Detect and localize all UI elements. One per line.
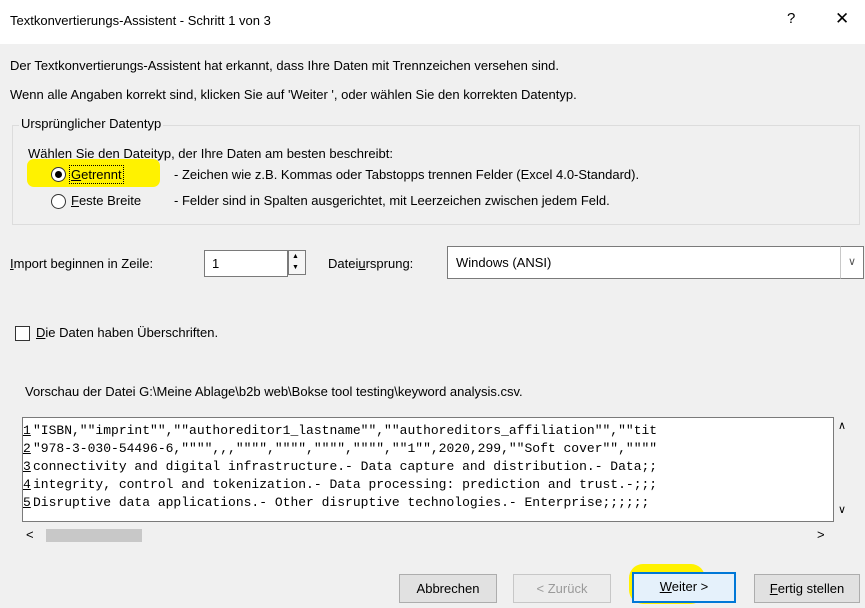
option-feste-breite-label[interactable]: Feste Breite (71, 193, 141, 208)
file-origin-select[interactable]: Windows (ANSI) (447, 246, 841, 279)
accel-d: D (36, 325, 46, 340)
option-getrennt-description: - Zeichen wie z.B. Kommas oder Tabstopps… (174, 167, 640, 182)
accel-u: u (358, 256, 366, 271)
row-text: "ISBN,""imprint"",""authoreditor1_lastna… (33, 423, 658, 438)
help-button[interactable]: ? (787, 10, 795, 27)
spin-down-icon[interactable]: ▼ (292, 264, 299, 272)
start-row-spinner[interactable]: ▲ ▼ (288, 250, 306, 275)
accel-f-finish: F (769, 581, 778, 596)
option-getrennt-text: etrennt (81, 167, 122, 182)
option-feste-breite-description: - Felder sind in Spalten ausgerichtet, m… (174, 193, 610, 208)
vertical-scrollbar[interactable]: ∧ ∨ (834, 417, 852, 520)
horizontal-scrollbar[interactable]: < > (22, 526, 832, 544)
headers-checkbox[interactable] (15, 326, 30, 341)
accel-f: F (71, 193, 79, 208)
close-button[interactable]: ✕ (835, 9, 849, 29)
intro-text-2: Wenn alle Angaben korrekt sind, klicken … (10, 87, 577, 102)
preview-box[interactable]: 1 "ISBN,""imprint"",""authoreditor1_lastn… (22, 417, 834, 522)
file-origin-label: Dateiursprung: (328, 256, 413, 271)
row-text: connectivity and digital infrastructure.… (33, 459, 658, 474)
next-button[interactable]: Weiter > (632, 572, 736, 603)
row-text: "978-3-030-54496-6,"""",,,"""","""",""""… (33, 441, 658, 456)
start-row-label: Import beginnen in Zeile: (10, 256, 153, 271)
finish-button-text: ertig stellen (777, 581, 845, 596)
option-feste-breite-text: este Breite (78, 193, 142, 208)
back-button[interactable]: < Zurück (513, 574, 611, 603)
chevron-left-icon[interactable]: < (26, 527, 34, 542)
chevron-right-icon[interactable]: > (817, 527, 825, 542)
preview-row: 4 integrity, control and tokenization.- D… (23, 477, 657, 492)
accel-g: G (71, 167, 82, 182)
row-text: integrity, control and tokenization.- Da… (33, 477, 658, 492)
next-button-text: eiter > (671, 579, 709, 594)
start-row-label-text: mport beginnen in Zeile: (13, 256, 154, 271)
row-text: Disruptive data applications.- Other dis… (33, 495, 650, 510)
spin-up-icon[interactable]: ▲ (292, 253, 299, 261)
radio-feste-breite[interactable] (51, 194, 66, 209)
intro-text-1: Der Textkonvertierungs-Assistent hat erk… (10, 58, 559, 73)
chevron-down-icon[interactable]: ∨ (840, 246, 864, 279)
file-origin-value: Windows (ANSI) (456, 255, 552, 270)
file-origin-label-post: rsprung: (365, 256, 414, 271)
headers-checkbox-label[interactable]: Die Daten haben Überschriften. (36, 325, 218, 340)
finish-button[interactable]: Fertig stellen (754, 574, 860, 603)
preview-row: 3 connectivity and digital infrastructure… (23, 459, 657, 474)
start-row-value: 1 (212, 256, 220, 271)
file-origin-label-pre: Datei (328, 256, 359, 271)
row-number: 5 (23, 495, 31, 510)
preview-row: 2 "978-3-030-54496-6,"""",,,"""","""","""… (23, 441, 657, 456)
radio-getrennt[interactable] (51, 167, 66, 182)
row-number: 1 (23, 423, 31, 438)
headers-checkbox-text: ie Daten haben Überschriften. (45, 325, 219, 340)
datatype-group-label: Ursprünglicher Datentyp (19, 116, 164, 131)
option-getrennt-label[interactable]: Getrennt (69, 165, 124, 184)
start-row-input[interactable]: 1 (204, 250, 288, 277)
row-number: 3 (23, 459, 31, 474)
chevron-down-icon[interactable]: ∨ (838, 503, 846, 516)
preview-row: 1 "ISBN,""imprint"",""authoreditor1_lastn… (23, 423, 657, 438)
row-number: 2 (23, 441, 31, 456)
accel-w: W (659, 579, 672, 594)
preview-row: 5 Disruptive data applications.- Other di… (23, 495, 649, 510)
cancel-button[interactable]: Abbrechen (399, 574, 497, 603)
window-title: Textkonvertierungs-Assistent - Schritt 1… (10, 13, 271, 28)
chevron-up-icon[interactable]: ∧ (838, 419, 846, 432)
preview-label: Vorschau der Datei G:\Meine Ablage\b2b w… (25, 384, 523, 399)
horizontal-scroll-thumb[interactable] (46, 529, 142, 542)
row-number: 4 (23, 477, 31, 492)
